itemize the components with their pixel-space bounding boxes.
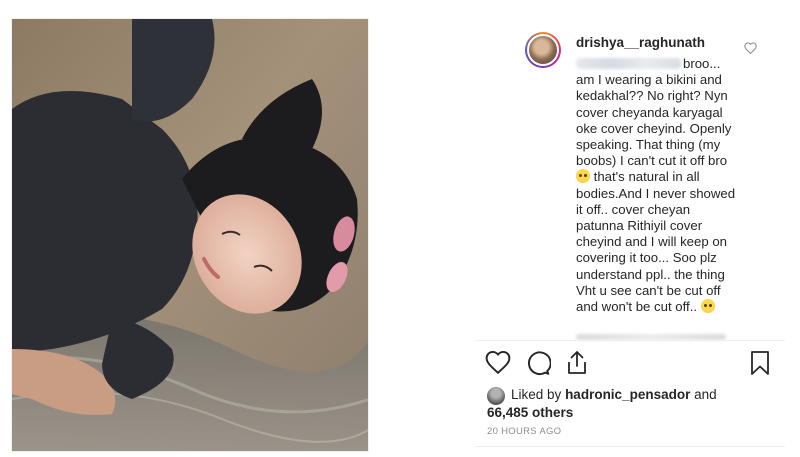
liker-username[interactable]: hadronic_pensador [565, 387, 690, 402]
caption-comment: drishya__raghunath broo... am I wearing … [475, 18, 785, 340]
divider [475, 446, 785, 447]
likes-count-line: 66,485 others [487, 404, 573, 422]
comment-line: understand ppl.. the thing [576, 266, 725, 282]
user-avatar[interactable] [525, 32, 561, 68]
comment-line: bodies.And I never showed [576, 185, 736, 201]
post-timestamp[interactable]: 20 HOURS AGO [487, 426, 561, 437]
share-icon[interactable] [565, 350, 589, 376]
comment-line: and won't be cut off.. [576, 299, 761, 315]
save-bookmark-icon[interactable] [750, 350, 770, 376]
comment-line: cover cheyanda karyagal [576, 104, 723, 120]
comment-like-heart-icon[interactable] [744, 42, 757, 54]
comment-line: Vht u see can't be cut off [576, 282, 721, 298]
post-photo[interactable] [11, 18, 369, 452]
likes-count[interactable]: 66,485 others [487, 405, 573, 420]
comment-line: it off.. cover cheyan [576, 201, 691, 217]
comment-line: patunna Rithiyil cover [576, 218, 703, 234]
comment-line: boobs) I can't cut it off bro [576, 153, 728, 169]
comment-line: speaking. That thing (my [576, 137, 721, 153]
comment-line: covering it too... Soo plz [576, 250, 717, 266]
liked-by-line: Liked by hadronic_pensador and [511, 387, 717, 402]
comment-line: am I wearing a bikini and [576, 72, 722, 88]
comment-line: broo... [576, 56, 761, 72]
comment-text: broo... am I wearing a bikini and kedakh… [576, 56, 761, 315]
post-image [12, 19, 368, 451]
crying-laughing-emoji-icon [576, 169, 590, 184]
action-bar [485, 350, 775, 380]
username[interactable]: drishya__raghunath [576, 35, 705, 50]
comment-line: that's natural in all [576, 169, 761, 185]
crying-laughing-emoji-icon [700, 299, 715, 314]
comment-line: kedakhal?? No right? Nyn [576, 88, 728, 104]
divider [475, 340, 785, 341]
comment-bubble-icon[interactable] [525, 350, 551, 376]
like-heart-icon[interactable] [485, 350, 511, 374]
liker-avatar[interactable] [487, 387, 505, 405]
post-sidebar: drishya__raghunath broo... am I wearing … [475, 18, 785, 452]
comment-line: cheyind and I will keep on [576, 234, 728, 250]
mention-blurred [576, 58, 681, 69]
comment-line: oke cover cheyind. Openly [576, 120, 732, 136]
